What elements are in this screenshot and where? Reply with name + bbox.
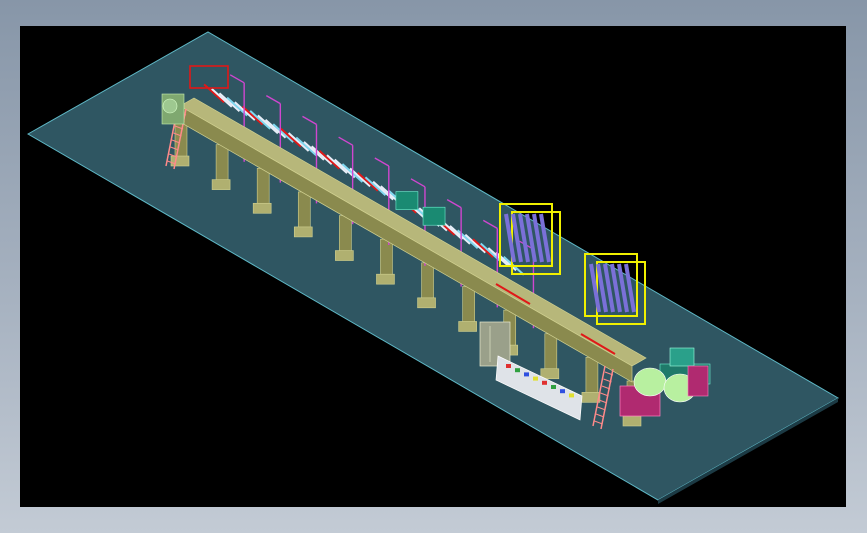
console-indicator xyxy=(533,376,538,381)
console-indicator xyxy=(560,389,565,394)
rewind-roll xyxy=(633,367,667,397)
console-indicator xyxy=(506,364,511,368)
column-foot xyxy=(335,250,354,261)
column-foot xyxy=(170,155,190,167)
rewind-gearbox xyxy=(669,347,695,367)
column-foot xyxy=(540,368,560,380)
isometric-production-line-drawing xyxy=(26,31,840,504)
rewind-drive xyxy=(687,365,709,397)
cad-viewport[interactable] xyxy=(20,26,846,507)
column-foot xyxy=(458,321,477,332)
column-foot xyxy=(211,179,231,190)
column-foot xyxy=(581,392,601,403)
dryer-unit xyxy=(395,191,419,210)
console-indicator xyxy=(551,385,556,389)
dryer-unit xyxy=(422,206,446,226)
console-indicator xyxy=(542,380,547,385)
column-foot xyxy=(417,297,436,309)
console-indicator xyxy=(524,372,529,377)
console-indicator xyxy=(569,393,574,398)
column-foot xyxy=(252,202,272,214)
unwind-roll xyxy=(162,98,178,114)
console-indicator xyxy=(515,368,520,373)
column-foot xyxy=(293,226,313,238)
column-foot xyxy=(622,415,642,427)
column-foot xyxy=(376,273,395,285)
